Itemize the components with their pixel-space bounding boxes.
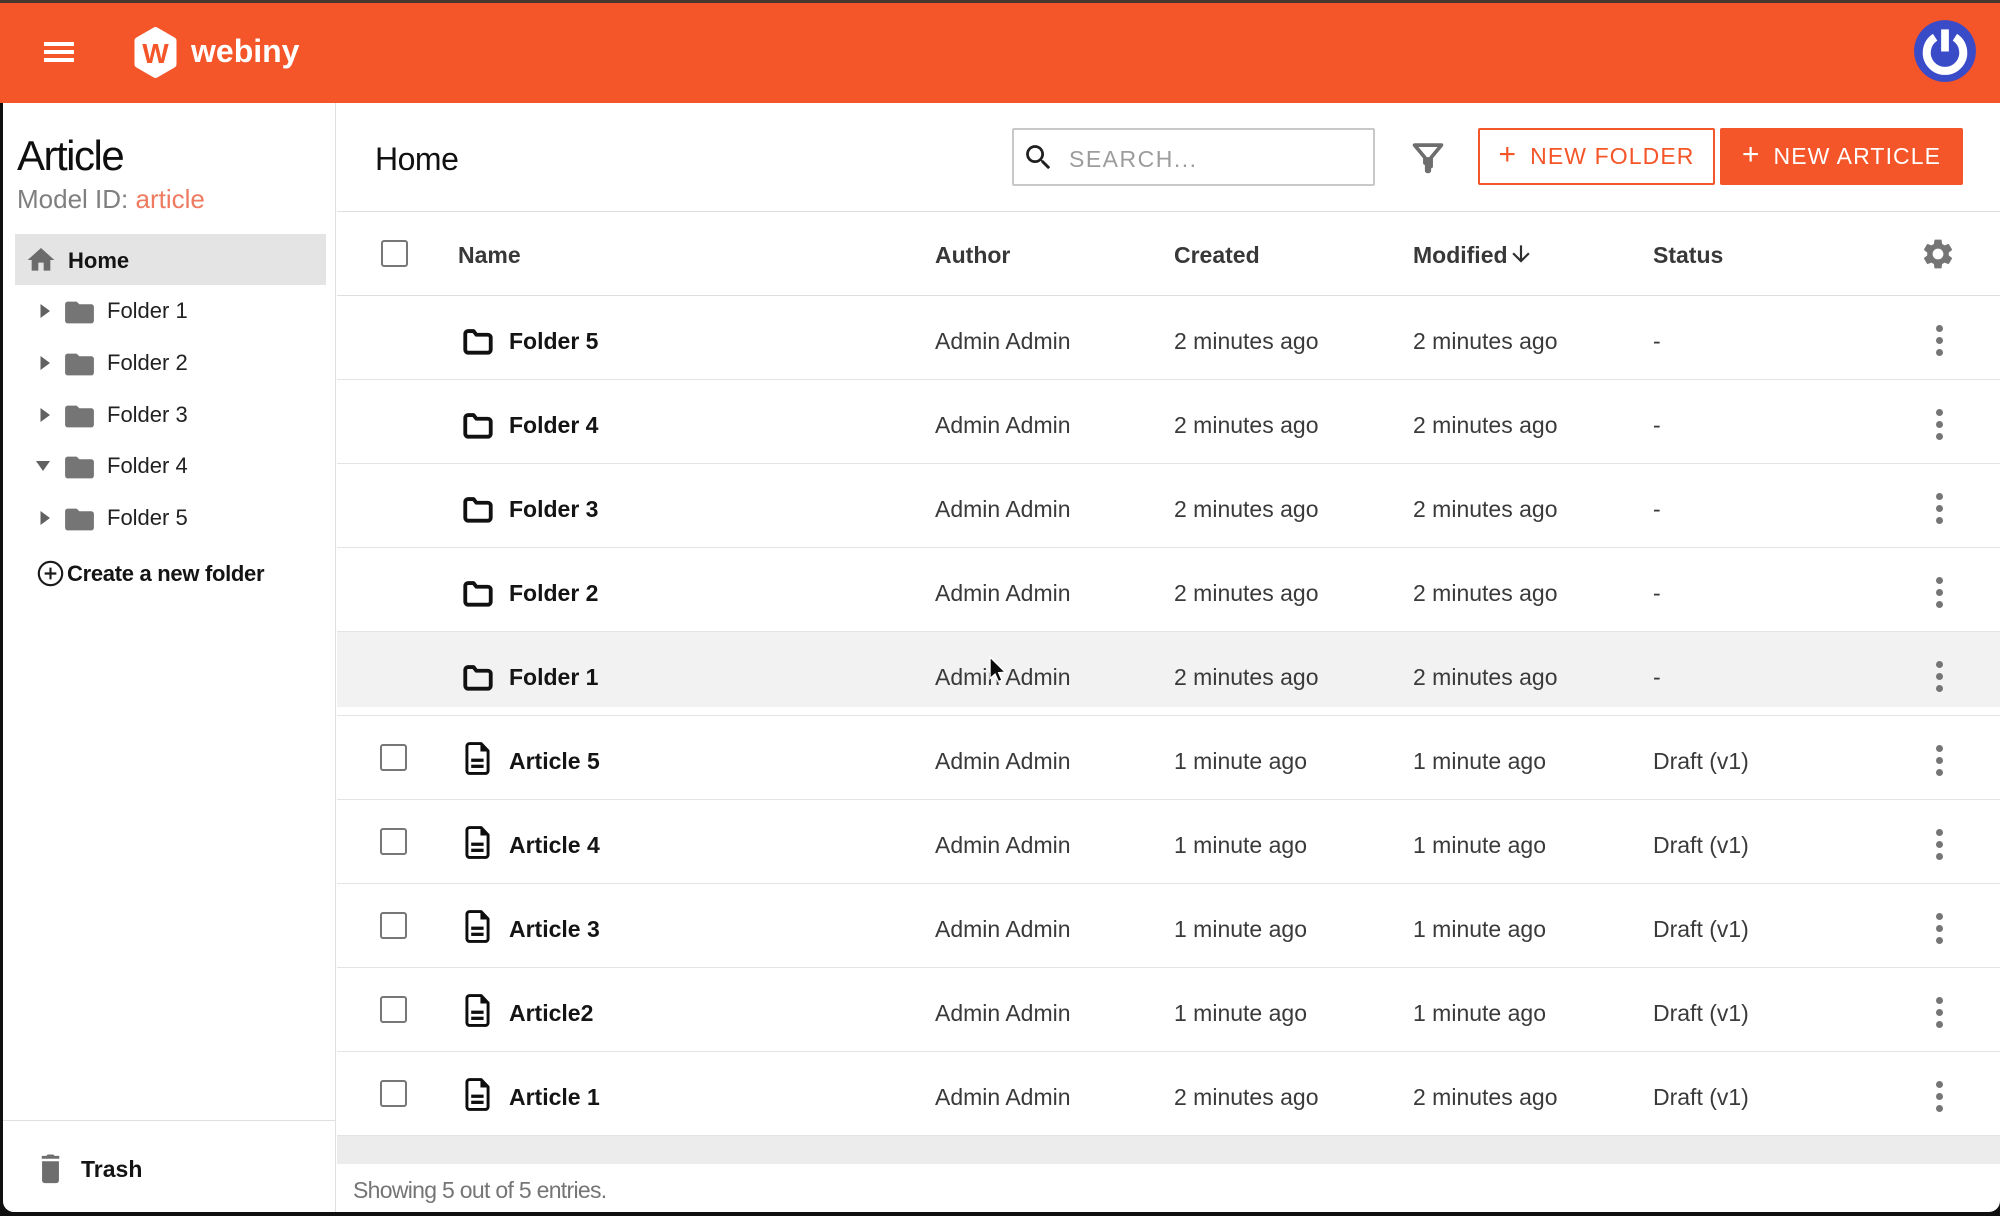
svg-text:W: W <box>142 38 169 69</box>
